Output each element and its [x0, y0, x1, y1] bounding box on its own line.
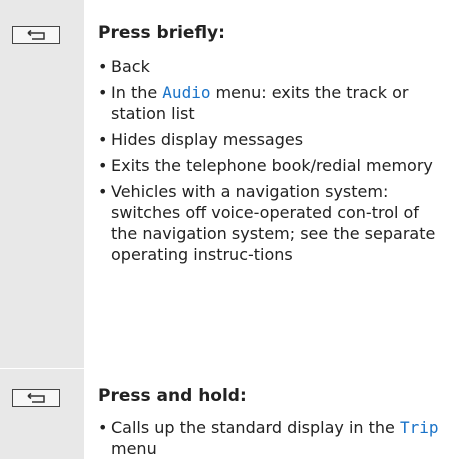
key-cell	[0, 369, 84, 459]
press-and-hold-heading: Press and hold:	[98, 386, 247, 406]
table-row: Press briefly: Back In the Audio menu: e…	[0, 0, 452, 369]
list-item: In the Audio menu: exits the track or st…	[98, 82, 442, 124]
list-item: Exits the telephone book/redial memory	[98, 155, 442, 176]
action-list: Calls up the standard display in the Tri…	[98, 417, 442, 459]
list-item: Calls up the standard display in the Tri…	[98, 417, 442, 459]
key-cell	[0, 0, 84, 369]
back-arrow-icon	[12, 389, 60, 407]
action-list: Back In the Audio menu: exits the track …	[98, 56, 442, 265]
table-row: Press and hold: Calls up the standard di…	[0, 369, 452, 459]
audio-menu-keyword: Audio	[162, 83, 211, 102]
list-item: Back	[98, 56, 442, 77]
back-arrow-icon	[12, 26, 60, 44]
description-cell: Press briefly: Back In the Audio menu: e…	[98, 22, 442, 270]
instruction-table: Press briefly: Back In the Audio menu: e…	[0, 0, 452, 459]
list-item: Vehicles with a navigation system: switc…	[98, 181, 442, 265]
trip-menu-keyword: Trip	[399, 418, 439, 437]
list-item: Hides display messages	[98, 129, 442, 150]
press-briefly-heading: Press briefly:	[98, 23, 225, 43]
description-cell: Press and hold: Calls up the standard di…	[98, 385, 442, 464]
